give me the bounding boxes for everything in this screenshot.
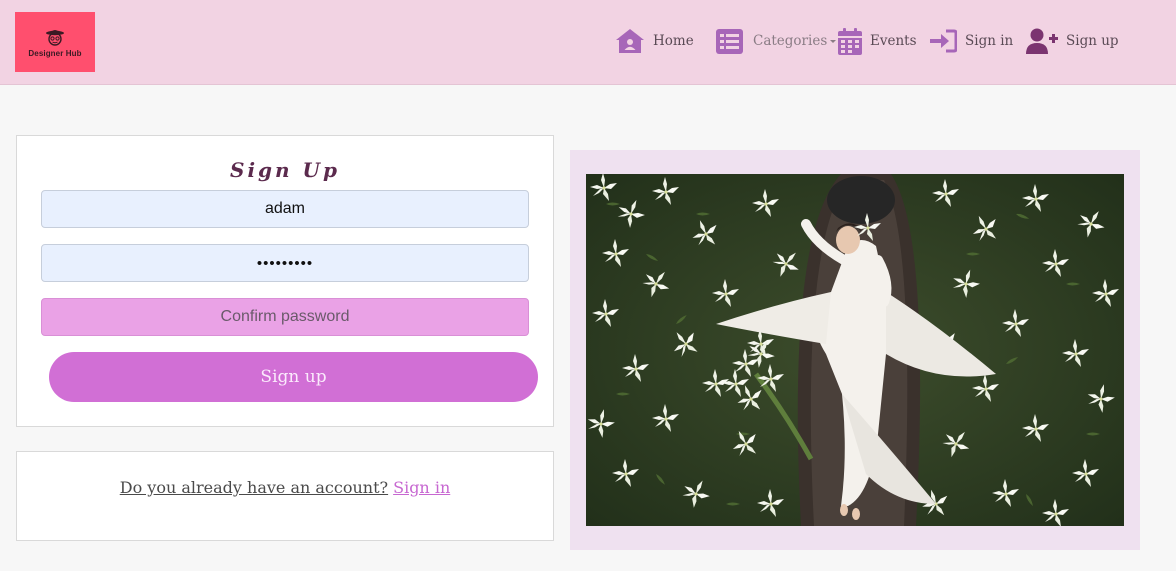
nav-categories-label: Categories [753, 33, 828, 49]
nav-sign-up[interactable]: Sign up [1026, 25, 1119, 57]
brand-name: Designer Hub [28, 48, 82, 58]
username-input[interactable] [41, 190, 529, 228]
confirm-password-input[interactable] [41, 298, 529, 336]
user-plus-icon [1026, 28, 1058, 54]
sign-up-button[interactable]: Sign up [49, 352, 538, 402]
sign-in-icon [930, 29, 957, 53]
nav-events[interactable]: Events [838, 25, 917, 57]
nav-home[interactable]: Home [615, 25, 694, 57]
hero-photo [586, 174, 1124, 526]
nav-categories-dropdown[interactable]: Categories [716, 25, 837, 57]
designer-mascot-icon [46, 29, 64, 46]
woman-among-lilies-image [586, 174, 1124, 526]
nav-events-label: Events [870, 33, 917, 49]
list-icon [716, 28, 743, 54]
nav-sign-up-label: Sign up [1066, 33, 1119, 49]
brand-logo[interactable]: Designer Hub [15, 12, 95, 72]
nav-sign-in[interactable]: Sign in [930, 25, 1013, 57]
signup-form-card: Sign Up Sign up [16, 135, 554, 427]
caret-down-icon [830, 39, 837, 43]
home-icon [616, 29, 644, 53]
password-input[interactable] [41, 244, 529, 282]
account-prompt-card: Do you already have an account? Sign in [16, 451, 554, 541]
hero-image-panel [570, 150, 1140, 550]
account-prompt: Do you already have an account? Sign in [17, 478, 553, 497]
nav-sign-in-label: Sign in [965, 33, 1014, 49]
nav-home-label: Home [653, 33, 694, 49]
calendar-icon [838, 27, 862, 55]
signup-title: Sign Up [230, 158, 340, 182]
sign-in-link[interactable]: Sign in [393, 478, 450, 497]
navbar: Designer Hub Home Categories Events Sign… [0, 0, 1176, 85]
account-question: Do you already have an account? [119, 478, 389, 497]
